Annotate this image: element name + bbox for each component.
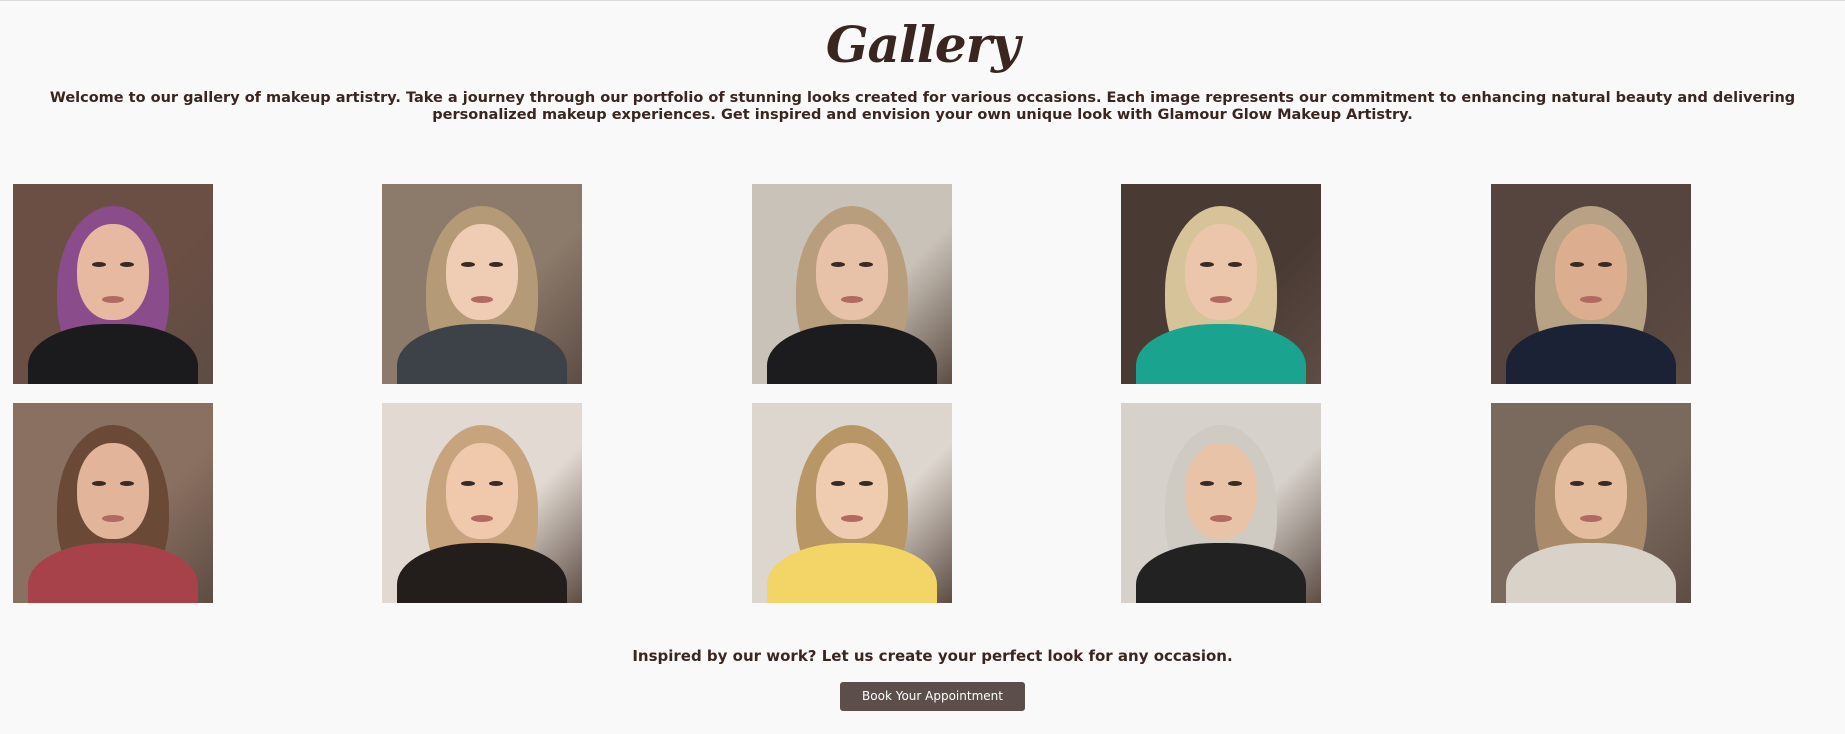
gallery-photo-10[interactable] bbox=[1491, 403, 1691, 603]
gallery-grid bbox=[13, 184, 1692, 603]
gallery-photo-6[interactable] bbox=[13, 403, 213, 603]
gallery-photo-9[interactable] bbox=[1121, 403, 1321, 603]
book-appointment-button[interactable]: Book Your Appointment bbox=[840, 682, 1025, 711]
gallery-intro: Welcome to our gallery of makeup artistr… bbox=[49, 90, 1796, 123]
gallery-photo-2[interactable] bbox=[382, 184, 582, 384]
cta-text: Inspired by our work? Let us create your… bbox=[632, 647, 1233, 665]
gallery-photo-4[interactable] bbox=[1121, 184, 1321, 384]
gallery-photo-8[interactable] bbox=[752, 403, 952, 603]
gallery-photo-7[interactable] bbox=[382, 403, 582, 603]
gallery-page: Gallery Welcome to our gallery of makeup… bbox=[0, 0, 1845, 734]
gallery-photo-3[interactable] bbox=[752, 184, 952, 384]
gallery-photo-1[interactable] bbox=[13, 184, 213, 384]
gallery-photo-5[interactable] bbox=[1491, 184, 1691, 384]
page-title: Gallery bbox=[825, 15, 1020, 74]
